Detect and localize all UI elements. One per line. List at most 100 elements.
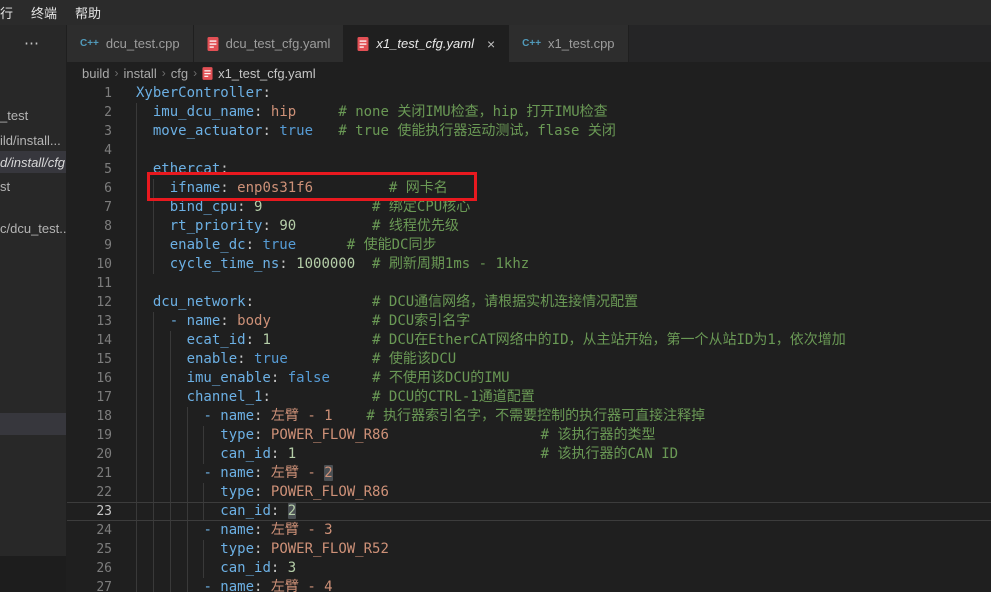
gutter-line-number[interactable]: 18 <box>67 407 112 426</box>
code-token: # DCU索引名字 <box>372 313 470 329</box>
code-line[interactable]: 9 enable_dc: true # 使能DC同步 <box>67 236 991 255</box>
gutter-line-number[interactable]: 21 <box>67 464 112 483</box>
code-line[interactable]: 3 move_actuator: true # true 使能执行器运动测试，f… <box>67 122 991 141</box>
gutter-line-number[interactable]: 8 <box>67 217 112 236</box>
code-token: true <box>279 123 313 139</box>
code-line[interactable]: 10 cycle_time_ns: 1000000 # 刷新周期1ms - 1k… <box>67 255 991 274</box>
sidebar-row[interactable]: c/dcu_test... <box>0 219 67 237</box>
code-token: : <box>262 389 270 405</box>
close-icon[interactable]: × <box>487 37 495 51</box>
gutter-line-number[interactable]: 12 <box>67 293 112 312</box>
code-line[interactable]: 4 <box>67 141 991 160</box>
sidebar-row[interactable]: _test <box>0 106 67 124</box>
code-line[interactable]: 2 imu_dcu_name: hip # none 关闭IMU检查，hip 打… <box>67 103 991 122</box>
code-token: : <box>262 218 270 234</box>
code-line[interactable]: 18 - name: 左臂 - 1 # 执行器索引名字，不需要控制的执行器可直接… <box>67 407 991 426</box>
code-line[interactable]: 8 rt_priority: 90 # 线程优先级 <box>67 217 991 236</box>
gutter-line-number[interactable]: 16 <box>67 369 112 388</box>
code-token: name <box>220 522 254 538</box>
breadcrumb-file[interactable]: x1_test_cfg.yaml <box>202 66 316 81</box>
code-line-text: type: POWER_FLOW_R86 <box>136 483 389 502</box>
code-line[interactable]: 22 type: POWER_FLOW_R86 <box>67 483 991 502</box>
menu-item-2[interactable]: 终端 <box>22 0 66 25</box>
code-token <box>136 446 220 462</box>
code-line[interactable]: 13 - name: body # DCU索引名字 <box>67 312 991 331</box>
gutter-line-number[interactable]: 7 <box>67 198 112 217</box>
editor[interactable]: 1XyberController:2 imu_dcu_name: hip # n… <box>67 84 991 592</box>
more-actions-icon[interactable]: ⋯ <box>24 34 40 52</box>
tab-x1_test-cpp[interactable]: C++x1_test.cpp <box>509 25 628 62</box>
code-line[interactable]: 26 can_id: 3 <box>67 559 991 578</box>
breadcrumb-item[interactable]: install <box>123 66 156 81</box>
code-line[interactable]: 15 enable: true # 使能该DCU <box>67 350 991 369</box>
code-token: imu_enable <box>187 370 271 386</box>
sidebar-row[interactable]: d/install/cfg <box>0 151 67 173</box>
menu-item-3[interactable]: 帮助 <box>66 0 110 25</box>
tab-bar: C++dcu_test.cppdcu_test_cfg.yamlx1_test_… <box>67 25 991 62</box>
tab-label: dcu_test.cpp <box>106 36 180 51</box>
code-line[interactable]: 24 - name: 左臂 - 3 <box>67 521 991 540</box>
tab-dcu_test_cfg-yaml[interactable]: dcu_test_cfg.yaml <box>194 25 345 62</box>
code-line[interactable]: 27 - name: 左臂 - 4 <box>67 578 991 592</box>
gutter-line-number[interactable]: 10 <box>67 255 112 274</box>
gutter-line-number[interactable]: 25 <box>67 540 112 559</box>
gutter-line-number[interactable]: 20 <box>67 445 112 464</box>
code-line[interactable]: 14 ecat_id: 1 # DCU在EtherCAT网络中的ID，从主站开始… <box>67 331 991 350</box>
sidebar-row[interactable] <box>0 413 67 435</box>
code-token <box>136 180 170 196</box>
code-line[interactable]: 21 - name: 左臂 - 2 <box>67 464 991 483</box>
code-token: # 网卡名 <box>389 180 448 196</box>
code-token <box>246 351 254 367</box>
sidebar-row[interactable]: ild/install... <box>0 131 67 149</box>
sidebar-row[interactable]: st <box>0 177 67 195</box>
gutter-line-number[interactable]: 15 <box>67 350 112 369</box>
code-line[interactable]: 20 can_id: 1 # 该执行器的CAN ID <box>67 445 991 464</box>
gutter-line-number[interactable]: 1 <box>67 84 112 103</box>
code-token: channel_1 <box>187 389 263 405</box>
gutter-line-number[interactable]: 17 <box>67 388 112 407</box>
gutter-line-number[interactable]: 9 <box>67 236 112 255</box>
code-line[interactable]: 6 ifname: enp0s31f6 # 网卡名 <box>67 179 991 198</box>
gutter-line-number[interactable]: 4 <box>67 141 112 160</box>
code-token: can_id <box>220 560 271 576</box>
code-token: type <box>220 427 254 443</box>
code-line[interactable]: 19 type: POWER_FLOW_R86 # 该执行器的类型 <box>67 426 991 445</box>
code-line[interactable]: 25 type: POWER_FLOW_R52 <box>67 540 991 559</box>
gutter-line-number[interactable]: 6 <box>67 179 112 198</box>
gutter-line-number[interactable]: 24 <box>67 521 112 540</box>
code-token: # DCU在EtherCAT网络中的ID，从主站开始，第一个从站ID为1，依次增… <box>372 332 846 348</box>
code-line[interactable]: 16 imu_enable: false # 不使用该DCU的IMU <box>67 369 991 388</box>
gutter-line-number[interactable]: 26 <box>67 559 112 578</box>
gutter-line-number[interactable]: 27 <box>67 578 112 592</box>
gutter-line-number[interactable]: 13 <box>67 312 112 331</box>
code-token <box>136 351 187 367</box>
gutter-line-number[interactable]: 22 <box>67 483 112 502</box>
code-token <box>136 199 170 215</box>
code-token <box>288 256 296 272</box>
code-line[interactable]: 11 <box>67 274 991 293</box>
menu-item-1[interactable]: 行 <box>0 0 22 25</box>
code-line[interactable]: 1XyberController: <box>67 84 991 103</box>
code-line[interactable]: 23 can_id: 2 <box>67 502 991 521</box>
tab-dcu_test-cpp[interactable]: C++dcu_test.cpp <box>67 25 194 62</box>
gutter-line-number[interactable]: 14 <box>67 331 112 350</box>
gutter-line-number[interactable]: 5 <box>67 160 112 179</box>
sidebar-row-label: ild/install... <box>0 133 61 148</box>
code-token <box>279 370 287 386</box>
code-line[interactable]: 7 bind_cpu: 9 # 绑定CPU核心 <box>67 198 991 217</box>
code-token <box>136 332 187 348</box>
code-line-text: enable_dc: true # 使能DC同步 <box>136 236 436 255</box>
code-token <box>279 503 287 519</box>
gutter-line-number[interactable]: 11 <box>67 274 112 293</box>
code-line[interactable]: 5 ethercat: <box>67 160 991 179</box>
breadcrumb-item[interactable]: cfg <box>171 66 188 81</box>
tab-x1_test_cfg-yaml[interactable]: x1_test_cfg.yaml× <box>344 25 509 62</box>
code-line[interactable]: 17 channel_1: # DCU的CTRL-1通道配置 <box>67 388 991 407</box>
gutter-line-number[interactable]: 19 <box>67 426 112 445</box>
gutter-line-number[interactable]: 3 <box>67 122 112 141</box>
code-token: name <box>220 465 254 481</box>
gutter-line-number[interactable]: 23 <box>67 502 112 521</box>
code-line[interactable]: 12 dcu_network: # DCU通信网络，请根据实机连接情况配置 <box>67 293 991 312</box>
gutter-line-number[interactable]: 2 <box>67 103 112 122</box>
breadcrumb-item[interactable]: build <box>82 66 109 81</box>
